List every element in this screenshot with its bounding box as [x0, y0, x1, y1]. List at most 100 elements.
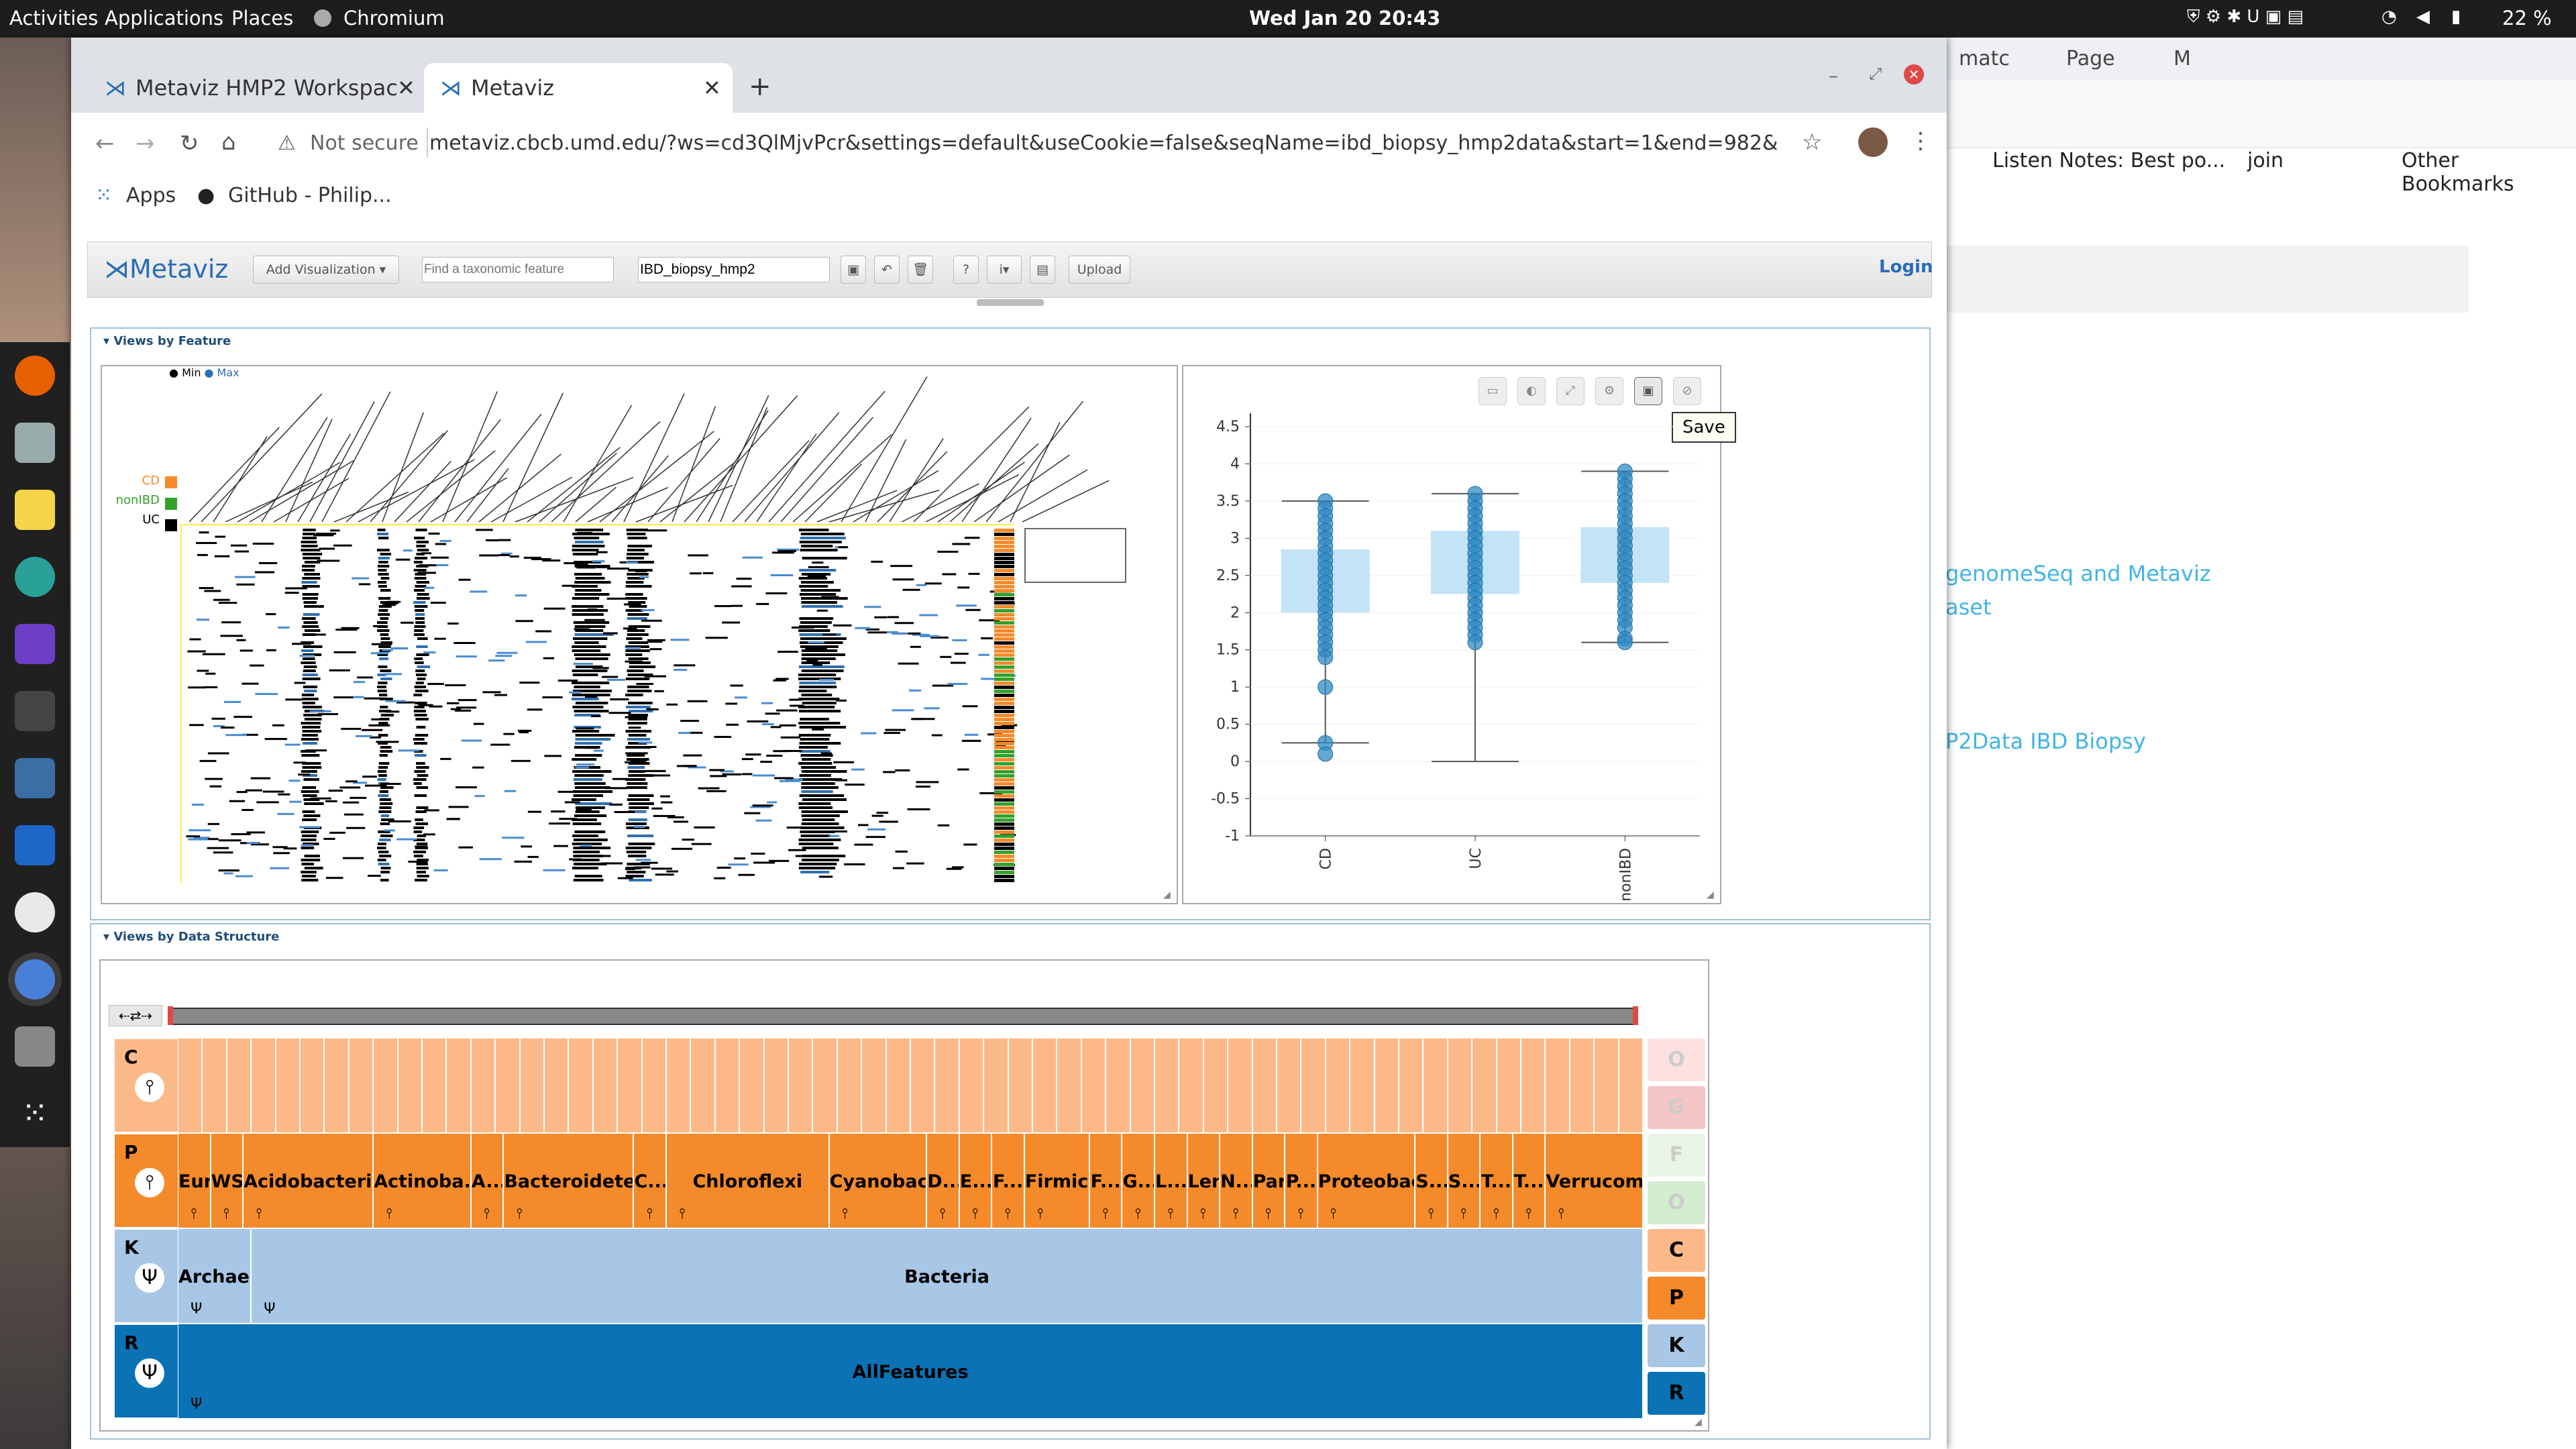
- icicle-node[interactable]: [789, 1038, 814, 1132]
- icicle-node[interactable]: [886, 1038, 911, 1132]
- document-icon[interactable]: [15, 825, 55, 865]
- print-icon[interactable]: ▤: [1030, 256, 1055, 284]
- icicle-node[interactable]: [1570, 1038, 1595, 1132]
- level-label-p[interactable]: P ⫯: [114, 1134, 178, 1228]
- icicle-node[interactable]: Bacteria Ψ: [252, 1229, 1644, 1323]
- minimize-button[interactable]: –: [1829, 64, 1838, 87]
- expand-node-icon[interactable]: ⫯: [484, 1205, 490, 1222]
- icicle-node[interactable]: [1228, 1038, 1253, 1132]
- level-label-c[interactable]: C ⫯: [114, 1038, 178, 1132]
- icicle-node[interactable]: [911, 1038, 936, 1132]
- forward-button[interactable]: →: [136, 130, 155, 157]
- icicle-node[interactable]: D... ⫯: [927, 1134, 960, 1228]
- level-label-k[interactable]: KΨ: [114, 1229, 178, 1323]
- delete-icon[interactable]: 🗑: [908, 256, 933, 284]
- expand-node-icon[interactable]: ⫯: [1428, 1205, 1434, 1222]
- icicle-node[interactable]: [1008, 1038, 1033, 1132]
- icicle-node[interactable]: [569, 1038, 594, 1132]
- expand-node-icon[interactable]: ⫯: [1102, 1205, 1109, 1222]
- icicle-node[interactable]: [349, 1038, 374, 1132]
- icicle-node[interactable]: [1179, 1038, 1204, 1132]
- icicle-node[interactable]: G... ⫯: [1122, 1134, 1155, 1228]
- obsidian-icon[interactable]: [15, 624, 55, 664]
- icicle-node[interactable]: Cyanobac... ⫯: [829, 1134, 928, 1228]
- expand-node-icon[interactable]: ⫯: [386, 1205, 392, 1222]
- icicle-node[interactable]: [252, 1038, 276, 1132]
- expand-node-icon[interactable]: ⫯: [842, 1205, 849, 1222]
- icicle-node[interactable]: [593, 1038, 619, 1132]
- icicle-node[interactable]: [1277, 1038, 1302, 1132]
- download-icon[interactable]: [15, 758, 55, 798]
- firefox-bookmark[interactable]: Listen Notes: Best po...: [1992, 149, 2225, 172]
- menu-kebab-icon[interactable]: ⋮: [1909, 127, 1932, 154]
- icicle-node[interactable]: [545, 1038, 570, 1132]
- icicle-node[interactable]: [1424, 1038, 1448, 1132]
- icicle-node[interactable]: WSA ⫯: [211, 1134, 244, 1228]
- icicle-node[interactable]: C... ⫯: [634, 1134, 667, 1228]
- icicle-node[interactable]: [227, 1038, 252, 1132]
- firefox-tab[interactable]: matc: [1959, 47, 2010, 70]
- expand-node-icon[interactable]: ⫯: [1330, 1205, 1337, 1222]
- tree-node-icon[interactable]: ⫯: [135, 1168, 164, 1197]
- icicle-node[interactable]: [496, 1038, 521, 1132]
- icicle-node[interactable]: [374, 1038, 398, 1132]
- icicle-node[interactable]: [1399, 1038, 1424, 1132]
- icicle-node[interactable]: AllFeatures Ψ: [178, 1324, 1644, 1418]
- icicle-node[interactable]: [1203, 1038, 1229, 1132]
- level-button[interactable]: O: [1648, 1181, 1705, 1224]
- bookmark-github[interactable]: GitHub - Philip...: [228, 184, 392, 207]
- icicle-node[interactable]: Actinoba... ⫯: [374, 1134, 472, 1228]
- expand-node-icon[interactable]: ⫯: [256, 1205, 262, 1222]
- icicle-node[interactable]: Proteobact... ⫯: [1318, 1134, 1416, 1228]
- icicle-node[interactable]: [398, 1038, 423, 1132]
- new-tab-button[interactable]: +: [749, 71, 771, 102]
- slider-right-handle[interactable]: [1633, 1006, 1638, 1025]
- security-status[interactable]: Not secure: [310, 131, 419, 155]
- expand-node-icon[interactable]: Ψ: [191, 1396, 202, 1413]
- bookmark-star-icon[interactable]: ☆: [1802, 129, 1822, 156]
- icicle-node[interactable]: [1546, 1038, 1570, 1132]
- icicle-node[interactable]: [1350, 1038, 1375, 1132]
- icicle-node[interactable]: Firmic... ⫯: [1024, 1134, 1090, 1228]
- expand-node-icon[interactable]: ⫯: [679, 1205, 686, 1222]
- expand-node-icon[interactable]: ⫯: [646, 1205, 653, 1222]
- resize-handle-icon[interactable]: ◢: [1163, 890, 1171, 900]
- close-window-button[interactable]: ✕: [1904, 64, 1924, 85]
- tab-metaviz[interactable]: ⋊ Metaviz ✕: [424, 63, 733, 113]
- tree-node-icon[interactable]: Ψ: [135, 1358, 164, 1388]
- text-editor-icon[interactable]: [15, 490, 55, 530]
- icicle-node[interactable]: F... ⫯: [992, 1134, 1025, 1228]
- reload-button[interactable]: ↻: [180, 130, 199, 157]
- close-tab-icon[interactable]: ✕: [397, 75, 415, 101]
- icicle-node[interactable]: [862, 1038, 887, 1132]
- heatmap-visualization[interactable]: ● Min ● Max CD nonIBD UC ◢: [101, 365, 1178, 904]
- icicle-node[interactable]: [740, 1038, 765, 1132]
- url-field[interactable]: metaviz.cbcb.umd.edu/?ws=cd3QlMjvPcr&set…: [429, 131, 1778, 155]
- icicle-node[interactable]: [1252, 1038, 1277, 1132]
- files-icon[interactable]: [15, 423, 55, 463]
- expand-node-icon[interactable]: ⫯: [972, 1205, 979, 1222]
- icicle-node[interactable]: Bacteroidetes ⫯: [504, 1134, 635, 1228]
- firefox-link[interactable]: P2Data IBD Biopsy: [1945, 729, 2146, 754]
- firefox-link[interactable]: aset: [1945, 594, 1992, 620]
- expand-node-icon[interactable]: ⫯: [939, 1205, 946, 1222]
- info-icon[interactable]: i▾: [987, 256, 1022, 284]
- icicle-node[interactable]: [423, 1038, 447, 1132]
- icicle-node[interactable]: Eur ⫯: [178, 1134, 211, 1228]
- icicle-node[interactable]: Archaea Ψ: [178, 1229, 252, 1323]
- icicle-node[interactable]: [1033, 1038, 1058, 1132]
- level-button[interactable]: K: [1648, 1324, 1705, 1367]
- icicle-node[interactable]: [1448, 1038, 1473, 1132]
- level-button[interactable]: R: [1648, 1372, 1705, 1415]
- expand-node-icon[interactable]: ⫯: [1037, 1205, 1044, 1222]
- icicle-node[interactable]: [1081, 1038, 1107, 1132]
- icicle-node[interactable]: [1057, 1038, 1082, 1132]
- icicle-nav-arrows[interactable]: ⇠⇄⇢: [109, 1005, 162, 1026]
- boxplot-visualization[interactable]: ▭ ◐ ⤢ ⚙ ▣ ⊘ Save 4.5 4 3.5 3 2.5 2 1.5 1 0.5 0 -0.…: [1182, 365, 1736, 904]
- active-app-name[interactable]: Chromium: [343, 7, 445, 30]
- icicle-node[interactable]: [715, 1038, 741, 1132]
- expand-node-icon[interactable]: ⫯: [516, 1205, 523, 1222]
- expand-node-icon[interactable]: ⫯: [1460, 1205, 1467, 1222]
- views-by-data-structure-title[interactable]: ▾ Views by Data Structure: [103, 930, 279, 944]
- expand-node-icon[interactable]: ⫯: [1167, 1205, 1174, 1222]
